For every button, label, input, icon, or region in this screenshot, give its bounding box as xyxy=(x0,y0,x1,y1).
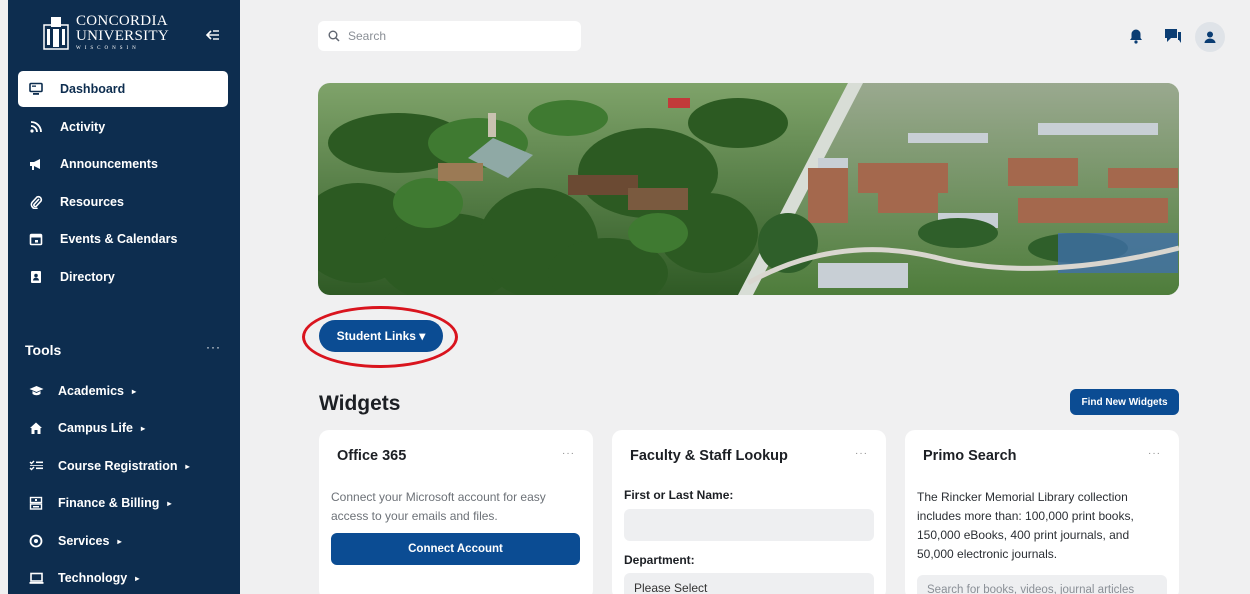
sidebar-item-label: Finance & Billing xyxy=(58,496,160,510)
widget-title: Office 365 xyxy=(337,448,407,464)
notifications-bell-icon[interactable] xyxy=(1125,25,1147,47)
user-avatar[interactable] xyxy=(1195,22,1225,52)
sidebar-item-activity[interactable]: Activity xyxy=(18,109,228,145)
cash-register-icon xyxy=(28,495,44,511)
sidebar-item-campus-life[interactable]: Campus Life ▸ xyxy=(18,410,228,446)
student-links-dropdown[interactable]: Student Links ▾ xyxy=(319,320,443,352)
primo-search-input[interactable] xyxy=(917,575,1167,594)
connect-account-button[interactable]: Connect Account xyxy=(331,533,580,565)
address-book-icon xyxy=(28,269,44,285)
tools-section-title: Tools xyxy=(25,342,62,358)
sidebar-item-label: Announcements xyxy=(60,157,158,171)
chapel-logo-icon xyxy=(43,16,69,50)
sidebar-item-resources[interactable]: Resources xyxy=(18,184,228,220)
laptop-icon xyxy=(28,570,44,586)
sidebar-item-label: Events & Calendars xyxy=(60,232,178,246)
paperclip-icon xyxy=(28,194,44,210)
sidebar-item-label: Campus Life xyxy=(58,421,134,435)
sidebar-item-announcements[interactable]: Announcements xyxy=(18,146,228,182)
sidebar-item-label: Services xyxy=(58,534,110,548)
sidebar-item-finance-billing[interactable]: Finance & Billing ▸ xyxy=(18,485,228,521)
search-icon xyxy=(328,30,340,42)
sidebar-item-academics[interactable]: Academics ▸ xyxy=(18,373,228,409)
services-icon xyxy=(28,533,44,549)
chevron-right-icon: ▸ xyxy=(141,423,146,433)
campus-hero-image xyxy=(318,83,1179,295)
sidebar-item-label: Directory xyxy=(60,270,115,284)
widget-more-button[interactable]: ··· xyxy=(1148,448,1161,459)
chevron-right-icon: ▸ xyxy=(167,498,172,508)
widgets-heading: Widgets xyxy=(319,392,401,415)
messages-chat-icon[interactable] xyxy=(1162,25,1184,47)
department-select[interactable]: Please Select xyxy=(624,573,874,594)
collapse-sidebar-icon[interactable] xyxy=(204,26,222,44)
university-logo[interactable]: CONCORDIA UNIVERSITY WISCONSIN xyxy=(42,14,169,51)
chevron-right-icon: ▸ xyxy=(185,461,190,471)
brand-line-2: UNIVERSITY xyxy=(76,28,169,44)
list-check-icon xyxy=(28,458,44,474)
find-new-widgets-button[interactable]: Find New Widgets xyxy=(1070,389,1179,415)
monitor-icon xyxy=(28,81,44,97)
widget-more-button[interactable]: ··· xyxy=(562,448,575,459)
widget-title: Primo Search xyxy=(923,448,1017,464)
sidebar: CONCORDIA UNIVERSITY WISCONSIN Dashboard… xyxy=(8,0,240,594)
tools-more-button[interactable]: ··· xyxy=(206,340,221,354)
name-input[interactable] xyxy=(624,509,874,541)
faculty-staff-lookup-widget: Faculty & Staff Lookup ··· First or Last… xyxy=(612,430,886,594)
office-365-widget: Office 365 ··· Connect your Microsoft ac… xyxy=(319,430,593,594)
widget-more-button[interactable]: ··· xyxy=(855,448,868,459)
megaphone-icon xyxy=(28,156,44,172)
department-field-label: Department: xyxy=(624,553,695,567)
widget-title: Faculty & Staff Lookup xyxy=(630,448,788,464)
chevron-right-icon: ▸ xyxy=(135,573,140,583)
sidebar-item-label: Technology xyxy=(58,571,128,585)
home-icon xyxy=(28,420,44,436)
search-bar[interactable] xyxy=(318,21,581,51)
graduation-cap-icon xyxy=(28,383,44,399)
sidebar-item-services[interactable]: Services ▸ xyxy=(18,523,228,559)
chevron-right-icon: ▸ xyxy=(132,386,137,396)
sidebar-item-dashboard[interactable]: Dashboard xyxy=(18,71,228,107)
sidebar-item-events[interactable]: Events & Calendars xyxy=(18,221,228,257)
calendar-icon xyxy=(28,231,44,247)
sidebar-item-technology[interactable]: Technology ▸ xyxy=(18,560,228,594)
chevron-right-icon: ▸ xyxy=(117,536,122,546)
sidebar-item-label: Course Registration xyxy=(58,459,178,473)
sidebar-item-label: Academics xyxy=(58,384,125,398)
sidebar-item-course-registration[interactable]: Course Registration ▸ xyxy=(18,448,228,484)
user-icon xyxy=(1204,31,1216,43)
primo-search-widget: Primo Search ··· The Rincker Memorial Li… xyxy=(905,430,1179,594)
brand-line-1: CONCORDIA xyxy=(76,13,168,29)
name-field-label: First or Last Name: xyxy=(624,488,734,502)
search-input[interactable] xyxy=(348,29,568,43)
sidebar-item-label: Resources xyxy=(60,195,124,209)
brand-line-3: WISCONSIN xyxy=(76,46,140,51)
sidebar-item-label: Activity xyxy=(60,120,106,134)
widget-description: The Rincker Memorial Library collection … xyxy=(917,490,1134,561)
rss-icon xyxy=(28,119,44,135)
sidebar-item-directory[interactable]: Directory xyxy=(18,259,228,295)
widget-description: Connect your Microsoft account for easy … xyxy=(331,490,546,523)
sidebar-item-label: Dashboard xyxy=(60,82,126,96)
